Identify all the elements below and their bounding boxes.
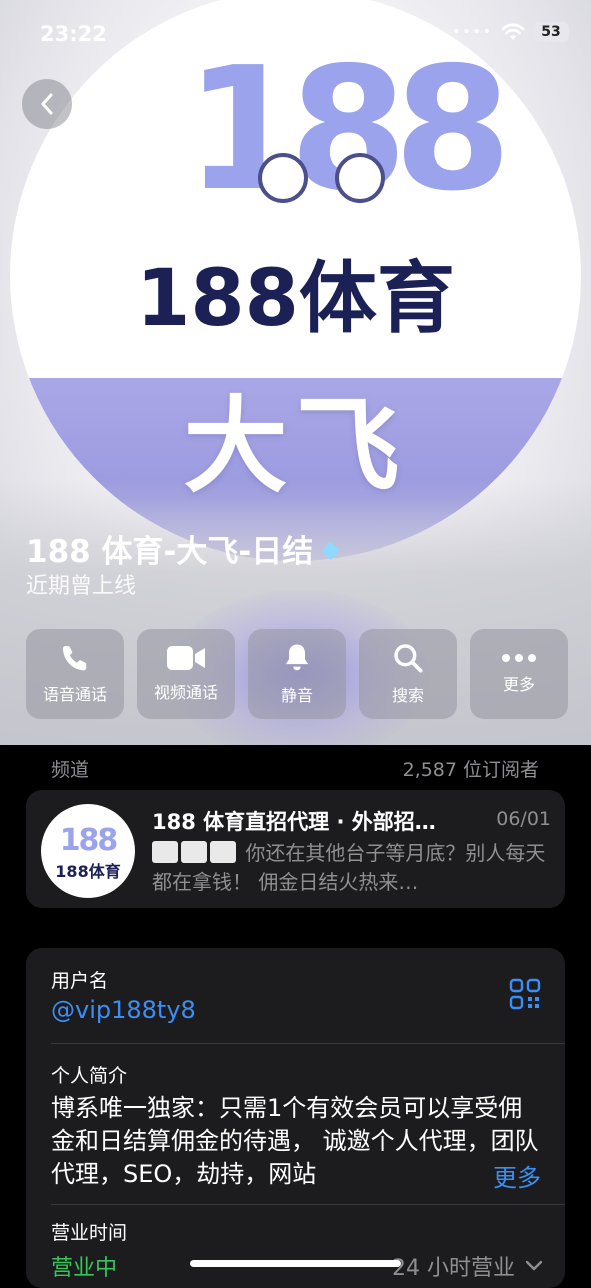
home-indicator [190,1260,401,1267]
back-button[interactable] [22,79,72,129]
subscriber-count: 2,587 位订阅者 [402,759,539,781]
channel-section-header: 频道 2,587 位订阅者 [51,755,539,782]
diamond-icon[interactable]: ◆ [321,535,339,563]
business-hours[interactable]: 24 小时营业 [392,1250,543,1282]
bell-icon [285,644,309,671]
channel-card[interactable]: 188 188体育 188 体育直招代理 · 外部招… 06/01 你还在其他台… [26,790,565,908]
open-status: 营业中 [51,1256,118,1281]
channel-date: 06/01 [496,808,551,830]
soccer-ball-icon [258,153,308,203]
video-icon [167,646,205,670]
search-icon [394,644,423,673]
mute-button[interactable]: 静音 [248,629,346,719]
qr-code-icon[interactable] [509,978,541,1010]
more-button[interactable]: 更多 [470,629,568,719]
phone-icon [63,646,87,671]
signal-icon: •••• [451,24,493,40]
channel-section-title: 频道 [51,759,90,781]
bio-more-link[interactable]: 更多 [453,1158,541,1193]
hours-label: 营业时间 [51,1222,128,1244]
wifi-icon [501,23,525,40]
logo-number: 188 [185,31,512,229]
status-time: 23:22 [40,22,107,46]
search-button[interactable]: 搜索 [359,629,457,719]
profile-info-card: 用户名 @vip188ty8 个人简介 博系唯一独家：只需1个有效会员可以享受佣… [26,948,565,1288]
action-bar: 语音通话 视频通话 静音 搜索 更多 [26,629,568,719]
emoji-icon [152,841,178,863]
channel-avatar: 188 188体育 [41,804,135,898]
bio-label: 个人简介 [51,1065,128,1087]
username-link[interactable]: @vip188ty8 [51,996,196,1024]
profile-header: 188 188体育 大飞 23:22 •••• 53 188 体育-大飞-日结 … [0,0,591,745]
chevron-left-icon [41,93,53,115]
emoji-icon [210,841,236,863]
more-icon [502,654,536,662]
last-seen-status: 近期曾上线 [26,574,137,599]
divider [51,1043,565,1044]
basketball-icon [335,153,385,203]
logo-text: 188体育 [136,254,455,344]
divider [51,1204,565,1205]
profile-photo[interactable]: 188 188体育 大飞 [10,0,581,561]
emoji-icon [181,841,207,863]
battery-icon: 53 [533,22,569,42]
username-label: 用户名 [51,970,109,992]
voice-call-button[interactable]: 语音通话 [26,629,124,719]
chevron-down-icon [525,1260,543,1271]
status-icons: •••• 53 [452,22,569,42]
profile-name: 188 体育-大飞-日结 ◆ [26,534,340,570]
channel-preview: 你还在其他台子等月底？别人每天都在拿钱！ 佣金日结火热来… [152,841,546,894]
video-call-button[interactable]: 视频通话 [137,629,235,719]
channel-title: 188 体育直招代理 · 外部招… [152,810,436,834]
